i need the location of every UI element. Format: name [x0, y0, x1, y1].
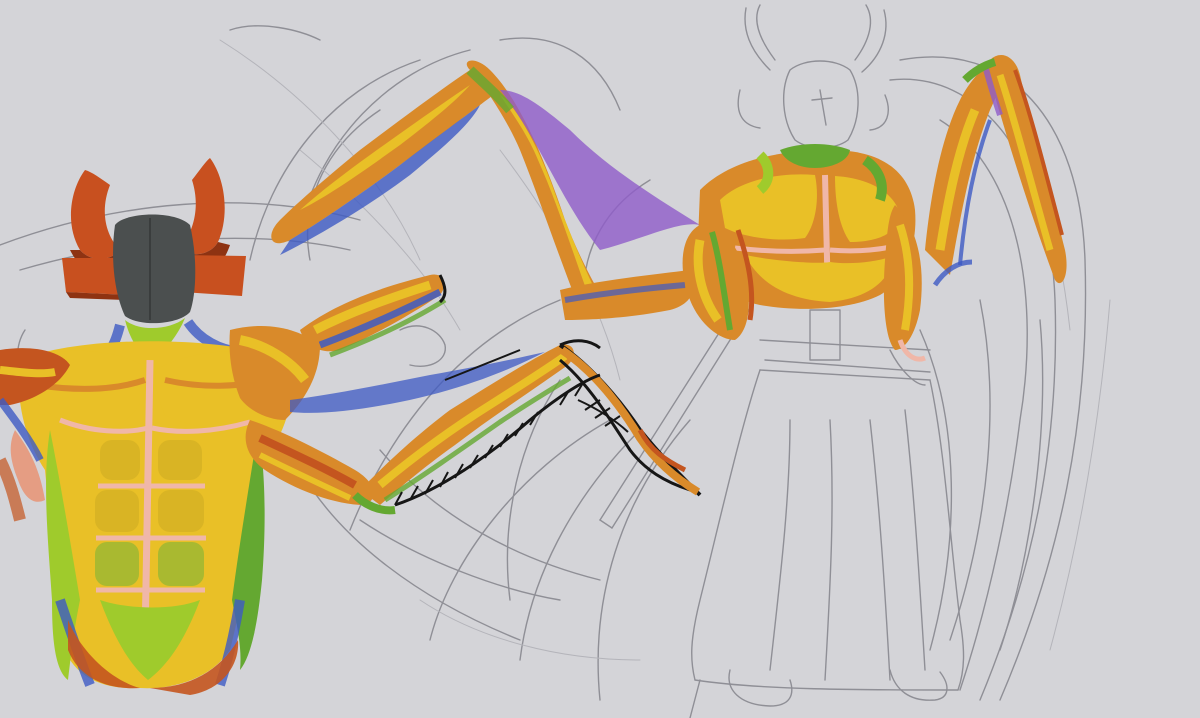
artwork-svg	[0, 0, 1200, 718]
ab-1	[100, 440, 140, 480]
helmet	[113, 214, 196, 324]
ab-5	[95, 542, 139, 586]
ab-6	[158, 542, 204, 586]
ab-3	[95, 490, 139, 532]
ab-2	[158, 440, 202, 480]
ab-4	[158, 490, 204, 532]
artwork-canvas	[0, 0, 1200, 718]
